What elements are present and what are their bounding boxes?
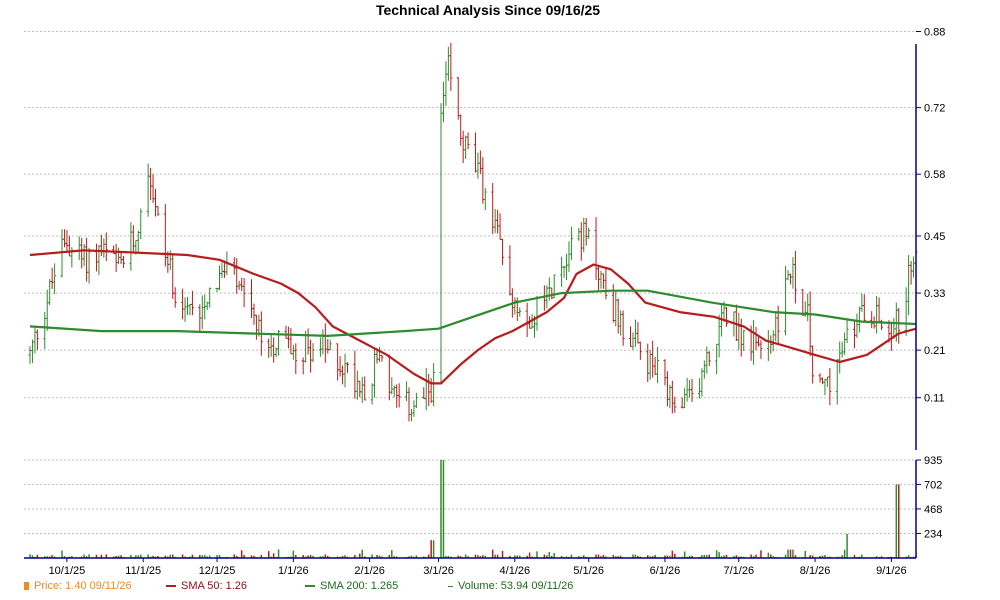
- date-tick-label: 2/1/26: [354, 565, 385, 577]
- date-tick-label: 5/1/26: [573, 565, 604, 577]
- date-tick-label: 10/1/25: [49, 565, 86, 577]
- chart-svg: Technical Analysis Since 09/16/25 0.110.…: [24, 2, 945, 577]
- legend-item-sma200: SMA 200: 1.265: [305, 580, 398, 592]
- volume-tick-label: 468: [924, 504, 942, 516]
- legend-sma50-label: SMA 50: 1.26: [181, 580, 248, 592]
- volume-tick-label: 935: [924, 455, 942, 467]
- price-tick-label: 0.33: [924, 288, 945, 300]
- volume-axis-ticks: 234 468 702 935: [916, 455, 942, 540]
- price-axis-ticks: 0.11 0.21 0.33 0.45 0.58 0.72 0.88: [916, 27, 945, 405]
- volume-tick-label: 234: [924, 528, 942, 540]
- price-tick-label: 0.72: [924, 103, 945, 115]
- sma200-swatch-icon: [305, 585, 315, 587]
- date-tick-label: 4/1/26: [500, 565, 531, 577]
- legend-item-volume: Volume: 53.94 09/11/26: [448, 580, 573, 592]
- price-tick-label: 0.88: [924, 27, 945, 39]
- date-tick-label: 1/1/26: [278, 565, 309, 577]
- date-axis-ticks: 10/1/25 11/1/25 12/1/25 1/1/26 2/1/26 3/1/26 4…: [49, 558, 907, 577]
- legend-sma200-label: SMA 200: 1.265: [320, 580, 399, 592]
- volume-swatch-icon: [448, 585, 453, 587]
- volume-tick-label: 702: [924, 479, 942, 491]
- price-candles: [28, 42, 918, 422]
- sma200-line: [29, 289, 917, 337]
- date-tick-label: 3/1/26: [423, 565, 454, 577]
- price-tick-label: 0.21: [924, 345, 945, 357]
- date-tick-label: 12/1/25: [199, 565, 236, 577]
- sma50-swatch-icon: [166, 585, 176, 587]
- date-tick-label: 8/1/26: [800, 565, 831, 577]
- price-tick-label: 0.58: [924, 169, 945, 181]
- chart-title: Technical Analysis Since 09/16/25: [376, 2, 600, 18]
- price-swatch-icon: [24, 582, 29, 590]
- legend-item-sma50: SMA 50: 1.26: [166, 580, 247, 592]
- axes: [24, 44, 917, 559]
- volume-grid-lines: [24, 459, 916, 534]
- legend-item-price: Price: 1.40 09/11/26: [24, 580, 132, 592]
- legend-price-label: Price: 1.40 09/11/26: [34, 580, 132, 592]
- date-tick-label: 7/1/26: [724, 565, 755, 577]
- moving-averages: [29, 249, 917, 385]
- date-tick-label: 6/1/26: [650, 565, 681, 577]
- date-tick-label: 9/1/26: [876, 565, 907, 577]
- price-tick-label: 0.45: [924, 231, 945, 243]
- legend-volume-label: Volume: 53.94 09/11/26: [458, 580, 574, 592]
- price-tick-label: 0.11: [924, 393, 945, 405]
- date-tick-label: 11/1/25: [125, 565, 161, 577]
